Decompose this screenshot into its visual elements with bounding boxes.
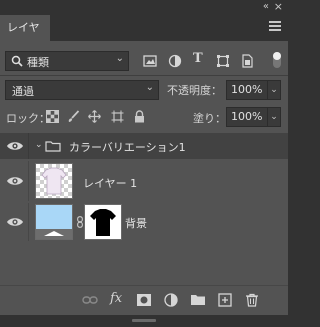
fill-dropdown-button[interactable]: ⌄ [267,107,281,127]
panel-resize-strip [0,315,288,327]
panel-tab-bar: レイヤー [0,15,288,60]
fx-icon[interactable]: fx [110,291,126,306]
layer-name[interactable]: レイヤー 1 [83,175,137,191]
new-group-icon[interactable] [190,293,206,307]
layers-list: ⌄ カラーバリエーション1 レイヤー 1 背景 [0,133,288,285]
opacity-dropdown-button[interactable]: ⌄ [267,80,281,100]
delete-icon[interactable] [244,293,260,307]
blend-mode-select[interactable]: 通過 ⌄ [5,80,159,100]
layer-thumbnail[interactable] [35,163,73,199]
filter-kind-select[interactable]: 種類 ⌄ [5,51,129,71]
lock-transparent-icon[interactable] [46,110,59,123]
lock-artboard-icon[interactable] [111,110,124,123]
lock-image-icon[interactable] [67,110,80,123]
layer-row-group[interactable]: ⌄ カラーバリエーション1 [0,133,288,159]
shape-filter-icon[interactable] [216,54,230,68]
opacity-input[interactable]: 100% [226,80,268,100]
smart-object-filter-icon[interactable] [240,54,254,68]
link-layers-icon[interactable] [82,293,98,307]
type-filter-icon[interactable]: T [193,51,207,66]
eye-icon[interactable] [6,216,24,228]
chevron-down-icon[interactable]: ⌄ [35,140,43,150]
divider [0,75,288,76]
lock-row: ロック： 塗り： 100% ⌄ [0,106,288,128]
layer-name[interactable]: 背景 [125,215,147,231]
lock-label: ロック： [6,112,50,125]
eye-icon[interactable] [6,175,24,187]
folder-icon [45,141,61,152]
chevron-down-icon: ⌄ [115,53,124,64]
blend-mode-value: 通過 [12,85,34,98]
eye-icon[interactable] [6,140,24,152]
adjustment-layer-icon[interactable] [163,293,179,307]
close-panel-icon[interactable]: × [274,1,283,13]
filter-row: 種類 ⌄ T [0,49,288,73]
lock-position-icon[interactable] [88,110,101,123]
bottom-toolbar: fx [0,285,288,315]
fill-input[interactable]: 100% [226,107,268,127]
layer-row-background[interactable]: 背景 [0,203,288,241]
filter-kind-value: 種類 [27,56,49,69]
panel-top-strip: « × [0,0,288,15]
layer-name[interactable]: カラーバリエーション1 [69,139,186,155]
image-filter-icon[interactable] [143,54,157,68]
layer-mask-thumbnail[interactable] [84,204,122,240]
lock-all-icon[interactable] [133,110,146,123]
link-mask-icon[interactable] [77,216,83,228]
resize-grip-icon[interactable] [132,319,156,322]
layers-panel: « × レイヤー 種類 ⌄ T 通過 ⌄ 不透明度： 100% ⌄ ロック： [0,0,288,327]
add-mask-icon[interactable] [136,293,152,307]
fill-label: 塗り： [193,112,226,125]
chevron-down-icon: ⌄ [145,82,154,93]
search-icon [11,55,23,67]
adjustment-filter-icon[interactable] [168,54,182,68]
adjustment-thumbnail[interactable] [35,204,73,240]
hamburger-icon[interactable] [269,21,281,33]
new-layer-icon[interactable] [217,293,233,307]
blend-row: 通過 ⌄ 不透明度： 100% ⌄ [0,79,288,101]
opacity-label: 不透明度： [167,84,222,97]
collapse-panel-icon[interactable]: « [263,2,269,12]
filter-toggle[interactable] [273,52,281,68]
tab-layers[interactable]: レイヤー [0,15,50,60]
layer-row-layer1[interactable]: レイヤー 1 [0,161,288,201]
